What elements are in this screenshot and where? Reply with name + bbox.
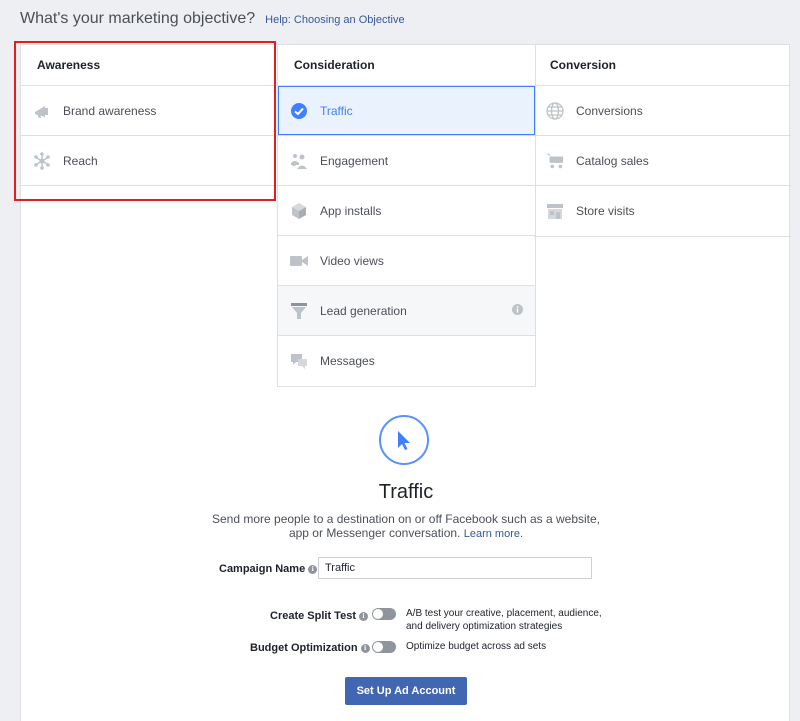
- consideration-column: Consideration Traffic Engagement App ins…: [277, 45, 536, 387]
- campaign-name-label: Campaign Name i: [219, 563, 318, 575]
- info-icon[interactable]: [512, 304, 523, 318]
- objective-catalog-sales[interactable]: Catalog sales: [534, 136, 791, 186]
- column-heading: Awareness: [21, 45, 278, 86]
- objective-video-views[interactable]: Video views: [278, 236, 535, 286]
- objective-label: Engagement: [320, 153, 389, 168]
- info-icon[interactable]: i: [308, 564, 318, 574]
- video-camera-icon: [290, 252, 308, 270]
- column-heading: Consideration: [278, 45, 535, 86]
- split-test-toggle[interactable]: [372, 608, 396, 620]
- objective-conversions[interactable]: Conversions: [534, 86, 791, 136]
- budget-optimization-label: Budget Optimization i: [250, 642, 370, 654]
- split-test-label-text: Create Split Test: [270, 610, 356, 622]
- set-up-ad-account-button[interactable]: Set Up Ad Account: [345, 677, 467, 705]
- split-test-label: Create Split Test i: [270, 610, 368, 622]
- budget-optimization-toggle[interactable]: [372, 641, 396, 653]
- megaphone-icon: [33, 102, 51, 120]
- objective-label: Messages: [320, 354, 375, 368]
- objective-label: Brand awareness: [63, 103, 157, 118]
- objective-description: Send more people to a destination on or …: [201, 512, 611, 541]
- budget-optimization-description: Optimize budget across ad sets: [406, 641, 547, 652]
- reach-burst-icon: [33, 151, 51, 170]
- split-test-description: A/B test your creative, placement, audie…: [406, 607, 602, 633]
- column-heading: Conversion: [534, 45, 791, 86]
- info-icon[interactable]: i: [359, 611, 368, 621]
- split-test-text-line: and delivery optimization strategies: [406, 621, 563, 632]
- store-icon: [546, 202, 564, 220]
- funnel-icon: [290, 302, 308, 320]
- campaign-name-input[interactable]: [318, 557, 592, 579]
- objective-lead-generation[interactable]: Lead generation: [278, 286, 535, 336]
- page-header: What's your marketing objective? Help: C…: [20, 10, 405, 30]
- objective-brand-awareness[interactable]: Brand awareness: [21, 86, 278, 136]
- checkmark-circle-icon: [290, 102, 308, 120]
- chat-bubbles-icon: [290, 352, 308, 370]
- shopping-cart-icon: [546, 152, 564, 170]
- people-icon: [290, 152, 308, 170]
- budget-label-text: Budget Optimization: [250, 642, 358, 654]
- help-link[interactable]: Help: Choosing an Objective: [265, 14, 404, 26]
- campaign-name-label-text: Campaign Name: [219, 563, 306, 575]
- objective-label: App installs: [320, 203, 382, 218]
- objective-label: Store visits: [576, 204, 635, 218]
- objective-title: Traffic: [378, 481, 434, 503]
- objective-traffic[interactable]: Traffic: [278, 86, 535, 136]
- objective-label: Traffic: [320, 103, 353, 118]
- info-icon[interactable]: i: [360, 643, 370, 653]
- cursor-arrow-icon: [379, 415, 429, 465]
- objective-label: Conversions: [576, 103, 643, 118]
- objective-label: Video views: [320, 253, 384, 268]
- conversion-column: Conversion Conversions Catalog sales Sto…: [534, 45, 791, 237]
- objective-store-visits[interactable]: Store visits: [534, 186, 791, 236]
- box-icon: [290, 202, 308, 220]
- learn-more-link[interactable]: Learn more.: [464, 528, 523, 540]
- description-text: Send more people to a destination on or …: [211, 512, 601, 540]
- awareness-column: Awareness Brand awareness Reach: [21, 45, 278, 186]
- page-title: What's your marketing objective?: [20, 10, 256, 27]
- objective-engagement[interactable]: Engagement: [278, 136, 535, 186]
- objective-label: Reach: [63, 153, 98, 168]
- objective-panel: Awareness Brand awareness Reach Consider…: [20, 44, 791, 721]
- objective-reach[interactable]: Reach: [21, 136, 278, 186]
- globe-icon: [546, 101, 564, 120]
- split-test-text-line: A/B test your creative, placement, audie…: [406, 608, 602, 619]
- objective-label: Catalog sales: [576, 153, 649, 168]
- objective-app-installs[interactable]: App installs: [278, 186, 535, 236]
- objective-label: Lead generation: [320, 303, 407, 318]
- objective-messages[interactable]: Messages: [278, 336, 535, 386]
